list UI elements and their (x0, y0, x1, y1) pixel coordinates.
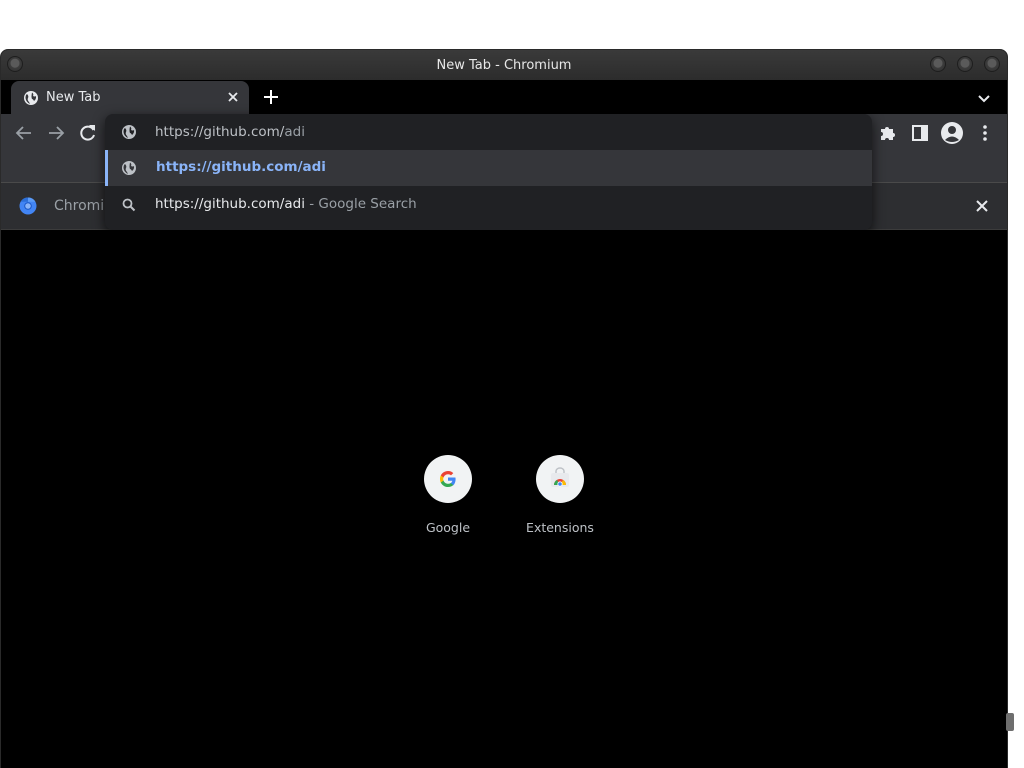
suggestion-text: https://github.com/adi - Google Search (155, 196, 417, 212)
shortcut-google[interactable]: Google (392, 455, 504, 555)
side-panel-icon[interactable] (909, 122, 931, 144)
title-bar: New Tab - Chromium (1, 50, 1007, 80)
shortcut-icon-circle (424, 455, 472, 503)
back-arrow-icon[interactable] (13, 122, 35, 144)
kebab-menu-icon[interactable] (974, 122, 996, 144)
profile-avatar-icon[interactable] (940, 121, 964, 145)
shortcut-label: Google (425, 520, 471, 535)
background-window-edge (1006, 713, 1014, 731)
shortcut-label: Extensions (526, 520, 594, 535)
tab-close-icon[interactable] (223, 87, 243, 107)
infobar-close-icon[interactable] (971, 195, 993, 217)
address-bar[interactable]: https://github.com/adi (105, 114, 872, 150)
suggestion-query: https://github.com/adi (155, 196, 305, 212)
maximize-button[interactable] (957, 56, 973, 72)
address-input[interactable]: https://github.com/adi (155, 124, 305, 140)
search-icon (122, 198, 136, 212)
browser-window: New Tab - Chromium New Tab Chromiu https… (1, 50, 1007, 768)
globe-icon (122, 161, 136, 175)
suggestion-text: https://github.com/adi (156, 159, 326, 175)
globe-icon (24, 91, 38, 105)
omnibox-suggestion-url[interactable]: https://github.com/adi (105, 150, 872, 186)
tab-search-chevron-down-icon[interactable] (973, 87, 995, 109)
omnibox-popup: https://github.com/adi https://github.co… (105, 114, 872, 230)
forward-arrow-icon[interactable] (45, 122, 67, 144)
new-tab-plus-icon[interactable] (259, 85, 283, 109)
google-g-icon (440, 471, 456, 487)
new-tab-page: Google Extensions (1, 230, 1007, 768)
chrome-web-store-icon (551, 467, 569, 487)
tab-label: New Tab (46, 90, 101, 105)
globe-icon (122, 125, 136, 139)
close-window-button[interactable] (984, 56, 1000, 72)
address-input-typed: adi (284, 124, 305, 140)
tab-strip: New Tab (1, 80, 1007, 114)
shortcut-extensions[interactable]: Extensions (504, 455, 616, 555)
omnibox-suggestion-search[interactable]: https://github.com/adi - Google Search (105, 187, 872, 223)
window-title: New Tab - Chromium (436, 58, 572, 73)
chromium-logo-icon (19, 197, 37, 215)
address-input-prefix: https://github.com/ (155, 124, 285, 140)
tab-new-tab[interactable]: New Tab (11, 81, 249, 114)
minimize-button[interactable] (930, 56, 946, 72)
suggestion-suffix: - Google Search (304, 196, 417, 212)
shortcut-icon-circle (536, 455, 584, 503)
reload-icon[interactable] (77, 122, 99, 144)
puzzle-icon[interactable] (877, 122, 899, 144)
